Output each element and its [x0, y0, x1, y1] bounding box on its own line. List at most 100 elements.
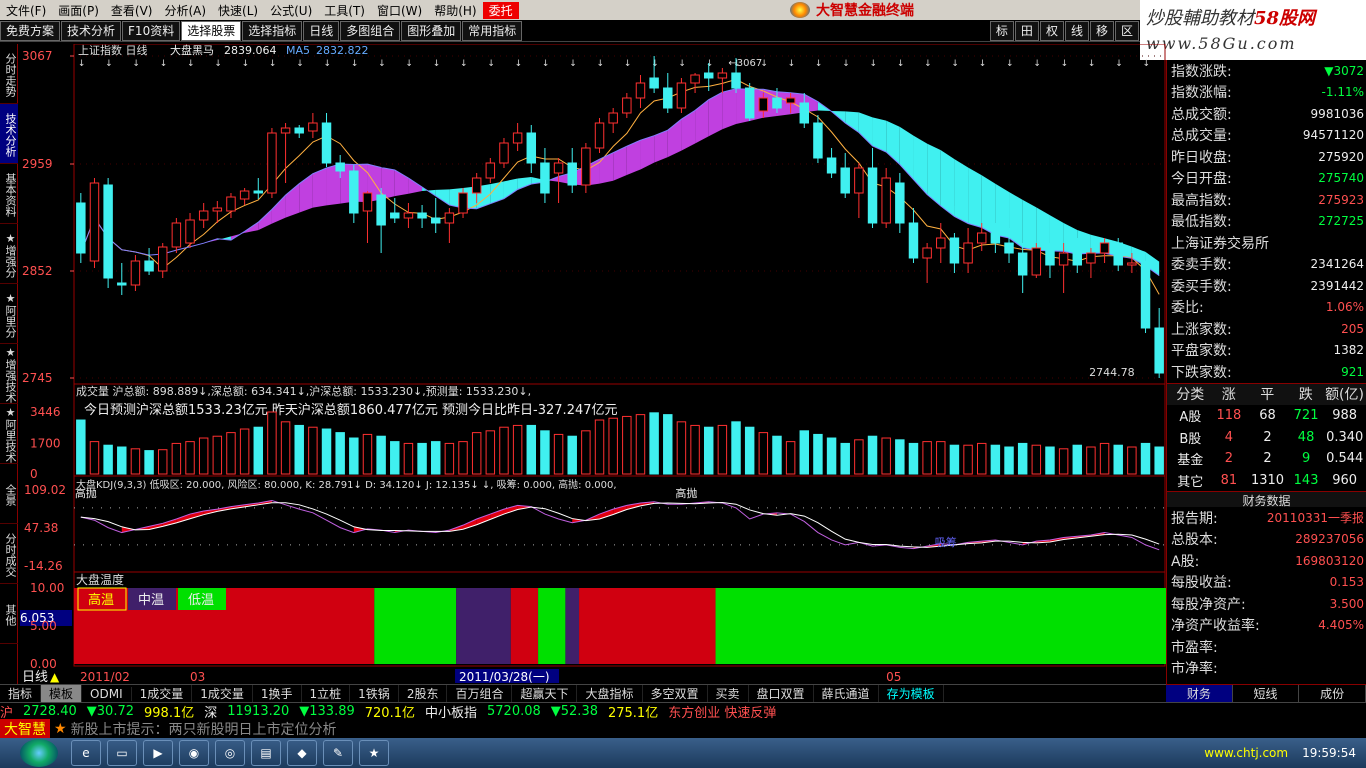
toolbar-button-3[interactable]: 选择股票 [181, 20, 242, 41]
right-tab-2[interactable]: 成份 [1299, 685, 1366, 702]
candle[interactable] [867, 167, 878, 224]
indicator-tab-8[interactable]: 2股东 [399, 685, 448, 702]
candle[interactable] [1058, 252, 1069, 266]
candle[interactable] [936, 237, 946, 249]
candle[interactable] [635, 82, 646, 99]
toolbar-button-14[interactable]: 区 [1114, 20, 1139, 41]
indicator-tab-9[interactable]: 百万组合 [447, 685, 513, 702]
menu-item-3[interactable]: 分析(A) [158, 2, 212, 19]
candle[interactable] [1045, 247, 1055, 266]
indicator-tab-3[interactable]: 1成交量 [132, 685, 193, 702]
candle[interactable] [117, 282, 127, 286]
indicator-tab-11[interactable]: 大盘指标 [577, 685, 643, 702]
right-tab-0[interactable]: 财务 [1166, 685, 1233, 702]
candle[interactable] [267, 132, 277, 194]
candle[interactable] [908, 222, 919, 259]
candle[interactable] [649, 77, 659, 89]
menu-item-6[interactable]: 工具(T) [318, 2, 371, 19]
candle[interactable] [772, 97, 782, 109]
candle[interactable] [417, 212, 427, 219]
toolbar-button-10[interactable]: 田 [1014, 20, 1039, 41]
candle[interactable] [663, 87, 673, 109]
side-tab-7[interactable]: 全景 [0, 464, 18, 524]
candle[interactable] [103, 184, 113, 279]
candle[interactable] [990, 232, 1001, 244]
browser-icon[interactable]: ◎ [215, 740, 245, 766]
menu-item-2[interactable]: 查看(V) [105, 2, 159, 19]
side-tab-1[interactable]: 技术分析 [0, 104, 18, 164]
candle[interactable] [622, 97, 632, 114]
candle[interactable] [458, 192, 468, 214]
candle[interactable] [76, 202, 86, 254]
indicator-tab-10[interactable]: 超赢天下 [512, 685, 578, 702]
candle[interactable] [758, 97, 769, 112]
candle[interactable] [703, 72, 714, 79]
candle[interactable] [1113, 242, 1123, 266]
candle[interactable] [581, 147, 591, 186]
menu-item-1[interactable]: 画面(P) [52, 2, 105, 19]
menu-item-0[interactable]: 文件(F) [0, 2, 52, 19]
chart-app-icon[interactable]: ▤ [251, 740, 281, 766]
candle[interactable] [471, 177, 482, 194]
candle[interactable] [1086, 252, 1096, 264]
candle[interactable] [949, 237, 960, 264]
toolbar-button-13[interactable]: 移 [1089, 20, 1114, 41]
candle[interactable] [553, 162, 564, 174]
candle[interactable] [349, 170, 359, 214]
indicator-tab-6[interactable]: 1立桩 [302, 685, 351, 702]
toolbar-button-4[interactable]: 选择指标 [242, 20, 303, 41]
candle[interactable] [239, 190, 250, 200]
menu-item-5[interactable]: 公式(U) [264, 2, 318, 19]
candle[interactable] [212, 207, 223, 212]
candle[interactable] [376, 194, 386, 226]
candle[interactable] [335, 162, 345, 172]
candle[interactable] [785, 97, 796, 104]
period-label[interactable]: 日线 [22, 670, 48, 684]
candle[interactable] [130, 260, 141, 286]
tool-icon[interactable]: ✎ [323, 740, 353, 766]
candle[interactable] [1031, 247, 1042, 276]
app-icon[interactable]: ◆ [287, 740, 317, 766]
menu-item-9[interactable]: 委托 [482, 1, 519, 19]
indicator-tab-13[interactable]: 买卖 [708, 685, 749, 702]
toolbar-button-12[interactable]: 线 [1064, 20, 1089, 41]
candle[interactable] [444, 212, 455, 224]
candle[interactable] [403, 212, 414, 219]
side-tab-2[interactable]: 基本资料 [0, 164, 18, 224]
toolbar-button-9[interactable]: 标 [989, 20, 1014, 41]
candle[interactable] [1004, 242, 1014, 254]
candle[interactable] [485, 162, 496, 179]
ie-icon[interactable]: e [71, 740, 101, 766]
candle[interactable] [308, 122, 318, 132]
candle[interactable] [717, 72, 728, 79]
candle[interactable] [512, 132, 523, 144]
folder-icon[interactable]: ▭ [107, 740, 137, 766]
candle[interactable] [594, 122, 605, 149]
ticker-promo[interactable]: 东方创业 快速反弹 [668, 702, 776, 721]
side-tab-6[interactable]: ★阿里技术 [0, 404, 18, 464]
candle[interactable] [89, 182, 100, 262]
candle[interactable] [526, 132, 537, 164]
candle[interactable] [1140, 262, 1151, 329]
toolbar-button-2[interactable]: F10资料 [122, 20, 181, 41]
candle[interactable] [362, 192, 373, 212]
side-tab-4[interactable]: ★阿里分 [0, 284, 18, 344]
toolbar-button-1[interactable]: 技术分析 [61, 20, 122, 41]
candle[interactable] [226, 196, 236, 212]
dzh-icon[interactable]: ★ [359, 740, 389, 766]
toolbar-button-6[interactable]: 多图组合 [340, 20, 401, 41]
candle[interactable] [430, 217, 441, 224]
candle[interactable] [280, 127, 291, 134]
indicator-tab-14[interactable]: 盘口双置 [749, 685, 814, 702]
candle[interactable] [676, 82, 687, 109]
candle[interactable] [253, 190, 264, 194]
candle[interactable] [171, 222, 182, 248]
candle[interactable] [976, 232, 987, 244]
indicator-tab-16[interactable]: 存为模板 [879, 685, 944, 702]
indicator-tab-15[interactable]: 薛氏通道 [814, 685, 879, 702]
candle[interactable] [963, 242, 973, 264]
candle[interactable] [608, 112, 618, 124]
indicator-tab-7[interactable]: 1铁锅 [350, 685, 399, 702]
candle[interactable] [813, 122, 823, 159]
menu-item-7[interactable]: 窗口(W) [371, 2, 428, 19]
